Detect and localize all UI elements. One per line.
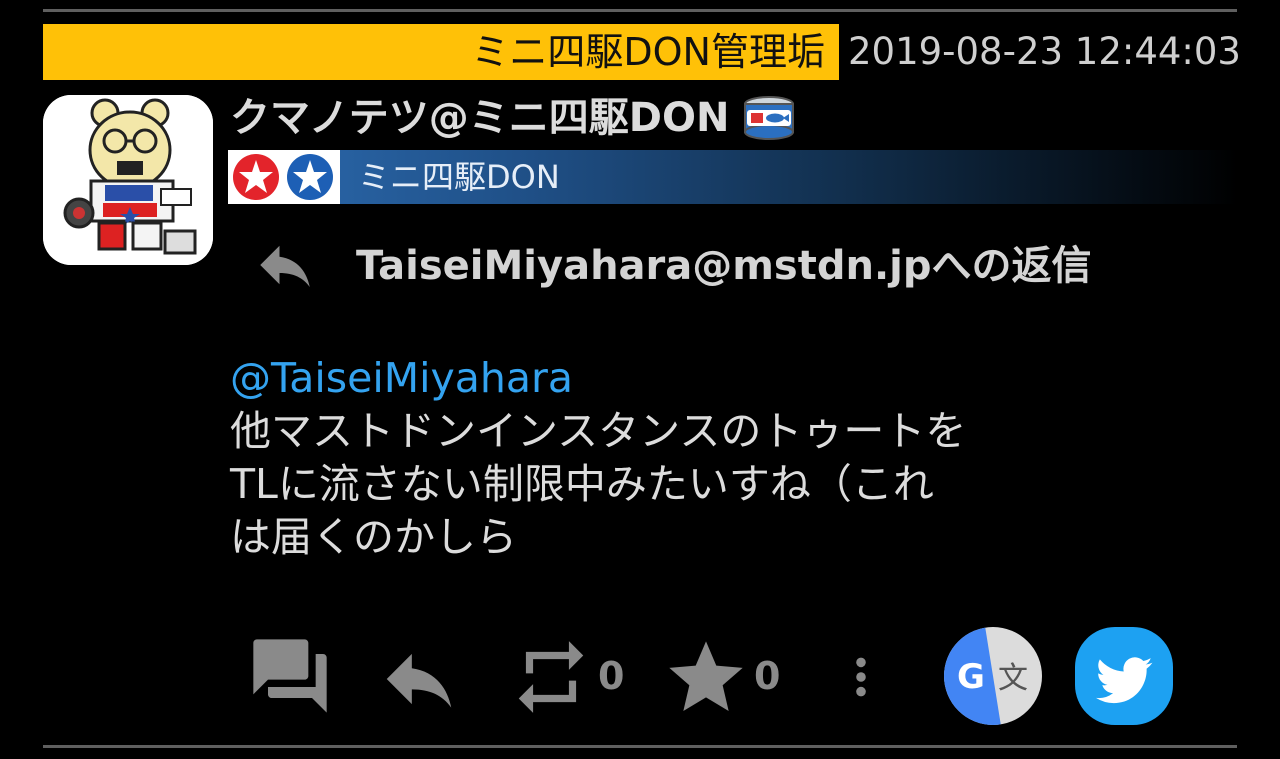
- content-line: 他マストドンインスタンスのトゥートを: [230, 407, 967, 455]
- more-vert-icon[interactable]: [836, 634, 886, 720]
- divider-bottom: [43, 745, 1237, 748]
- divider-top: [43, 9, 1237, 12]
- saba-can-emoji-icon: [741, 96, 797, 140]
- instance-name: ミニ四駆DON: [358, 158, 560, 196]
- reblog-count: 0: [598, 654, 625, 698]
- mention-link[interactable]: @TaiseiMiyahara: [230, 352, 1190, 405]
- status-timestamp: 2019-08-23 12:44:03: [848, 30, 1241, 73]
- reply-indicator-icon: [248, 232, 322, 298]
- content-line: は届くのかしら: [230, 513, 517, 561]
- reblog-icon[interactable]: [508, 634, 594, 720]
- star-icon[interactable]: [662, 634, 750, 722]
- reply-icon[interactable]: [376, 636, 462, 722]
- svg-text:文: 文: [998, 661, 1028, 696]
- google-translate-icon[interactable]: G 文: [943, 626, 1043, 726]
- status-card: ミニ四駆DON管理垢 2019-08-23 12:44:03 クマノテツ@ミニ四…: [0, 0, 1280, 759]
- boost-banner[interactable]: ミニ四駆DON管理垢: [43, 24, 839, 80]
- display-name[interactable]: クマノテツ@ミニ四駆DON: [230, 88, 797, 148]
- instance-bar: ミニ四駆DON: [228, 150, 1238, 204]
- content-line: TLに流さない制限中みたいすね（これ: [230, 460, 934, 508]
- twitter-icon[interactable]: [1074, 626, 1174, 726]
- conversation-icon[interactable]: [246, 632, 334, 720]
- instance-logo-icon: [228, 150, 340, 204]
- reply-to-label[interactable]: TaiseiMiyahara@mstdn.jpへの返信: [356, 236, 1092, 296]
- favourite-count: 0: [754, 654, 781, 698]
- avatar-image: [43, 95, 213, 265]
- display-name-text: クマノテツ@ミニ四駆DON: [230, 95, 730, 141]
- svg-text:G: G: [957, 657, 985, 697]
- status-content: @TaiseiMiyahara 他マストドンインスタンスのトゥートを TLに流さ…: [230, 352, 1190, 564]
- avatar[interactable]: [43, 95, 213, 265]
